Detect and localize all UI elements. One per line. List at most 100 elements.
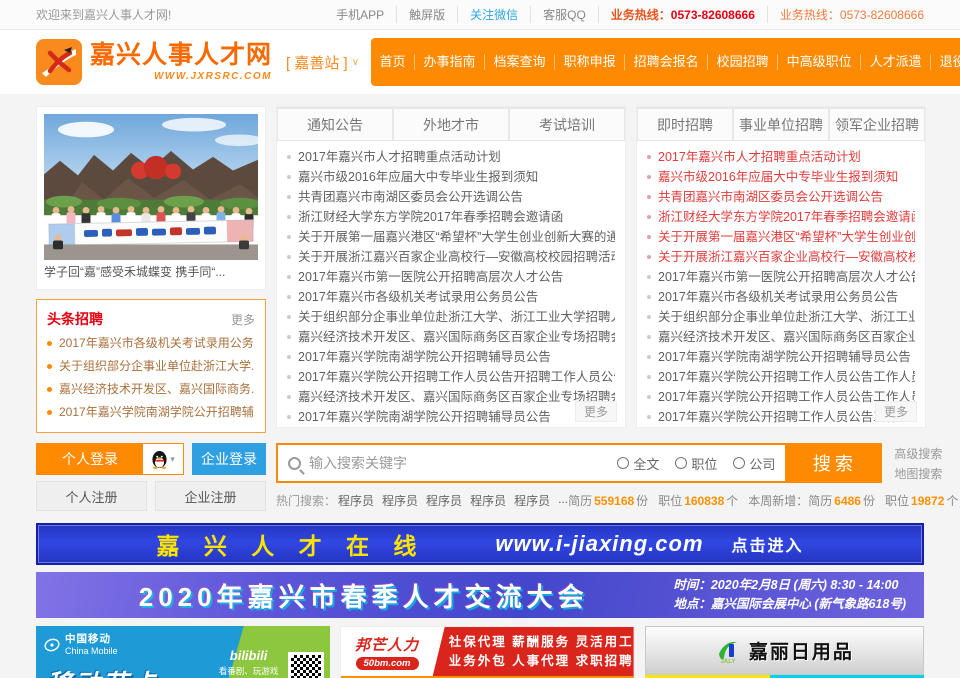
notices-tab[interactable]: 考试培训	[509, 107, 625, 141]
nav-item[interactable]: 校园招聘	[707, 54, 777, 70]
station-selector[interactable]: [ 嘉善站 ] ∨	[286, 52, 359, 73]
notices-more-link[interactable]: 更多	[575, 401, 617, 422]
nav-item[interactable]: 首页	[371, 54, 414, 70]
job-item[interactable]: 浙江财经大学东方学院2017年春季招聘会邀请函	[647, 207, 915, 227]
radio-icon[interactable]	[733, 457, 745, 469]
notice-item[interactable]: 关于开展第一届嘉兴港区“希望杯”大学生创业创新大赛的通知	[287, 227, 615, 247]
notice-item[interactable]: 嘉兴市级2016年应届大中专毕业生报到须知	[287, 167, 615, 187]
topbar-link[interactable]: 触屏版	[397, 6, 458, 23]
notice-item[interactable]: 关于组织部分企事业单位赴浙江大学、浙江工业大学招聘人才的...	[287, 307, 615, 327]
nav-item[interactable]: 中高级职位	[777, 54, 860, 70]
notice-item[interactable]: 关于开展浙江嘉兴百家企业高校行—安徽高校校园招聘活动的通...	[287, 247, 615, 267]
hot-search-item[interactable]: 程序员	[338, 492, 374, 509]
notice-item[interactable]: 2017年嘉兴学院公开招聘工作人员公告开招聘工作人员公告开...	[287, 367, 615, 387]
job-item[interactable]: 关于组织部分企事业单位赴浙江大学、浙江工业大...	[647, 307, 915, 327]
radio-icon[interactable]	[675, 457, 687, 469]
hot-search-item[interactable]: 程序员	[470, 492, 506, 509]
company-register-button[interactable]: 企业注册	[155, 481, 266, 511]
nav-item[interactable]: 人才派遣	[860, 54, 930, 70]
topbar-link[interactable]: 关注微信	[458, 6, 531, 23]
jobs-tab[interactable]: 领军企业招聘	[829, 107, 925, 141]
hotline-primary: 业务热线：0573-82608666	[599, 6, 768, 23]
headline-item[interactable]: 2017年嘉兴学院南湖学院公开招聘辅...	[47, 401, 255, 424]
notice-item[interactable]: 2017年嘉兴市各级机关考试录用公务员公告	[287, 287, 615, 307]
search-button[interactable]: 搜索	[787, 443, 882, 483]
headline-item[interactable]: 2017年嘉兴市各级机关考试录用公务...	[47, 332, 255, 355]
job-item[interactable]: 嘉兴市级2016年应届大中专毕业生报到须知	[647, 167, 915, 187]
headline-more-link[interactable]: 更多	[231, 311, 255, 328]
hot-search-item[interactable]: 程序员	[514, 492, 550, 509]
headline-title: 头条招聘	[47, 309, 103, 329]
bilibili-block: bilibili 看番剧、玩游戏 季度会员	[219, 648, 279, 678]
company-login-button[interactable]: 企业登录	[192, 443, 266, 475]
nav-item[interactable]: 退役军人招聘	[930, 54, 960, 70]
banner2-title: 2020年嘉兴市春季人才交流大会	[54, 577, 673, 614]
notice-item[interactable]: 2017年嘉兴学院南湖学院公开招聘辅导员公告	[287, 407, 615, 427]
page: 欢迎来到嘉兴人事人才网! 手机APP触屏版关注微信客服QQ 业务热线：0573-…	[0, 0, 960, 678]
china-mobile-ad[interactable]: 中国移动China Mobile 移动花卡 bilibili 看番剧、玩游戏 季…	[36, 626, 330, 678]
hot-search-item[interactable]: 程序员	[426, 492, 462, 509]
scope-fulltext-radio[interactable]: 全文	[617, 454, 659, 473]
notice-item[interactable]: 2017年嘉兴市第一医院公开招聘高层次人才公告	[287, 267, 615, 287]
jialy-ad[interactable]: JALY 嘉丽日用品	[645, 626, 924, 678]
scope-company-radio[interactable]: 公司	[733, 454, 775, 473]
job-item[interactable]: 关于开展浙江嘉兴百家企业高校行—安徽高校校园...	[647, 247, 915, 267]
site-url: WWW.JXRSRC.COM	[90, 71, 272, 82]
job-item[interactable]: 共青团嘉兴市南湖区委员会公开选调公告	[647, 187, 915, 207]
bangmang-hr-ad[interactable]: 邦芒人力 50bm.com 社保代理 薪酬服务 灵活用工 业务外包 人事代理 求…	[340, 626, 634, 678]
nav-item[interactable]: 招聘会报名	[624, 54, 707, 70]
china-mobile-logo: 中国移动China Mobile	[44, 633, 118, 656]
banner2-info: 时间：2020年2月8日 (周六) 8:30 - 14:00 地点：嘉兴国际会展…	[673, 576, 906, 615]
notice-item[interactable]: 共青团嘉兴市南湖区委员会公开选调公告	[287, 187, 615, 207]
job-item[interactable]: 关于开展第一届嘉兴港区“希望杯”大学生创业创...	[647, 227, 915, 247]
notice-item[interactable]: 嘉兴经济技术开发区、嘉兴国际商务区百家企业专场招聘会公告	[287, 387, 615, 407]
banner1-title: 嘉 兴 人 才 在 线	[156, 527, 425, 561]
nav-item[interactable]: 职称申报	[554, 54, 624, 70]
jiaxing-talent-online-banner[interactable]: 嘉 兴 人 才 在 线 www.i-jiaxing.com 点击进入	[36, 523, 924, 565]
topbar-link[interactable]: 客服QQ	[531, 6, 599, 23]
notice-item[interactable]: 2017年嘉兴学院南湖学院公开招聘辅导员公告	[287, 347, 615, 367]
personal-login-button[interactable]: 个人登录	[37, 444, 143, 474]
left-column: 学子回“嘉”感受禾城蝶变 携手同“... 头条招聘 更多 2017年嘉兴市各级机…	[36, 106, 266, 433]
headline-item[interactable]: 嘉兴经济技术开发区、嘉兴国际商务...	[47, 378, 255, 401]
jaly-logo-text: JALY	[720, 659, 735, 664]
advanced-search-link[interactable]: 高级搜索	[894, 445, 958, 462]
banner2-time: 时间：2020年2月8日 (周六) 8:30 - 14:00	[673, 576, 906, 595]
topbar-links: 手机APP触屏版关注微信客服QQ 业务热线：0573-82608666 业务热线…	[324, 6, 924, 23]
nav-item[interactable]: 档案查询	[484, 54, 554, 70]
scope-position-radio[interactable]: 职位	[675, 454, 717, 473]
jobs-more-link[interactable]: 更多	[875, 401, 917, 422]
job-item[interactable]: 2017年嘉兴市各级机关考试录用公务员公告	[647, 287, 915, 307]
personal-register-button[interactable]: 个人注册	[36, 481, 147, 511]
job-item[interactable]: 2017年嘉兴学院南湖学院公开招聘辅导员公告	[647, 347, 915, 367]
spring-job-fair-banner[interactable]: 2020年嘉兴市春季人才交流大会 时间：2020年2月8日 (周六) 8:30 …	[36, 572, 924, 618]
login-column: 个人登录 ▾ 企业登录	[36, 443, 266, 511]
jobs-tab[interactable]: 事业单位招聘	[733, 107, 829, 141]
station-label: [ 嘉善站 ]	[286, 52, 348, 73]
notice-item[interactable]: 2017年嘉兴市人才招聘重点活动计划	[287, 147, 615, 167]
qq-login-dropdown[interactable]: ▾	[143, 444, 183, 474]
campus-photo	[44, 114, 258, 260]
jialy-name: 嘉丽日用品	[749, 637, 854, 664]
personal-login-group: 个人登录 ▾	[36, 443, 184, 475]
notices-tab[interactable]: 外地才市	[393, 107, 509, 141]
qq-penguin-icon	[151, 450, 168, 469]
radio-icon[interactable]	[617, 457, 629, 469]
job-item[interactable]: 嘉兴经济技术开发区、嘉兴国际商务区百家企业专...	[647, 327, 915, 347]
photo-card[interactable]: 学子回“嘉”感受禾城蝶变 携手同“...	[36, 106, 266, 290]
search-input[interactable]	[309, 455, 601, 471]
nav-item[interactable]: 办事指南	[414, 54, 484, 70]
topbar-link[interactable]: 手机APP	[324, 6, 397, 23]
hot-search-item[interactable]: ...	[558, 492, 568, 509]
welcome-text: 欢迎来到嘉兴人事人才网!	[36, 6, 171, 23]
jobs-tab[interactable]: 即时招聘	[637, 107, 733, 141]
job-item[interactable]: 2017年嘉兴市人才招聘重点活动计划	[647, 147, 915, 167]
notice-item[interactable]: 嘉兴经济技术开发区、嘉兴国际商务区百家企业专场招聘会公告	[287, 327, 615, 347]
notices-tab[interactable]: 通知公告	[277, 107, 393, 141]
hot-search-item[interactable]: 程序员	[382, 492, 418, 509]
headline-item[interactable]: 关于组织部分企事业单位赴浙江大学...	[47, 355, 255, 378]
notice-item[interactable]: 浙江财经大学东方学院2017年春季招聘会邀请函	[287, 207, 615, 227]
job-item[interactable]: 2017年嘉兴市第一医院公开招聘高层次人才公告	[647, 267, 915, 287]
map-search-link[interactable]: 地图搜索	[894, 465, 958, 482]
job-item[interactable]: 2017年嘉兴学院公开招聘工作人员公告工作人员...	[647, 367, 915, 387]
